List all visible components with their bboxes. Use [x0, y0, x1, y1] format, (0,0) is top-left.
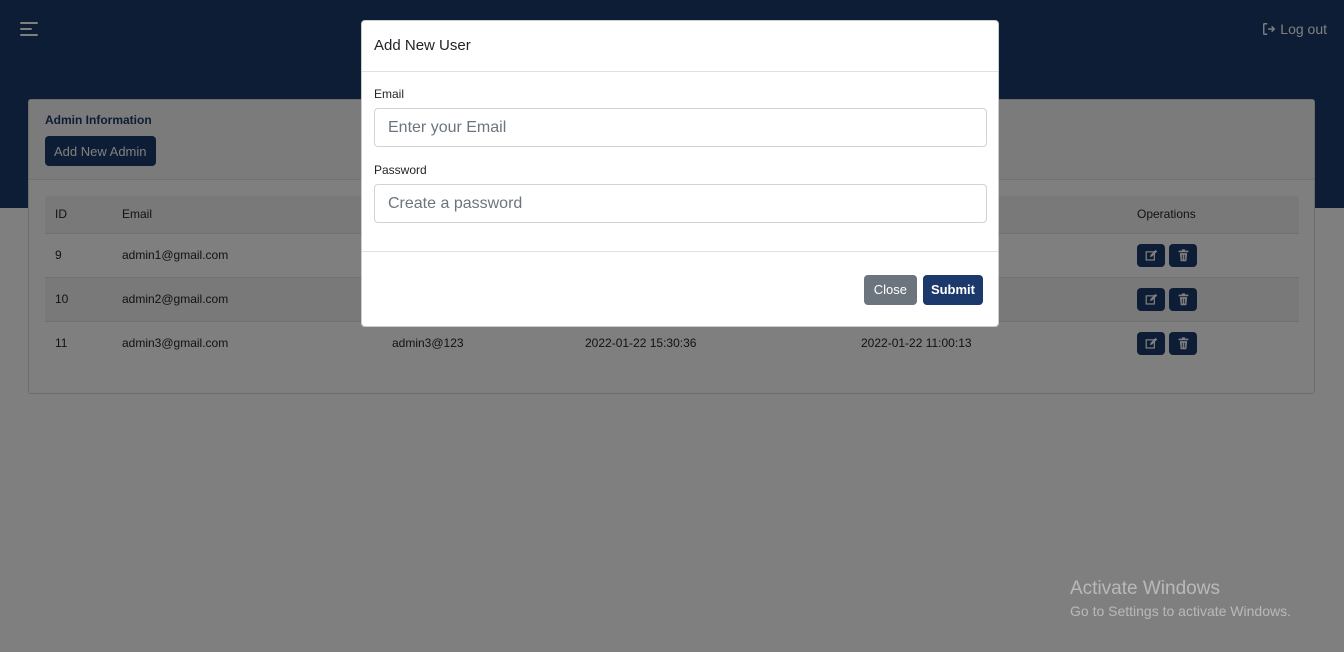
password-input[interactable] [374, 184, 987, 223]
password-field-group: Password [374, 163, 987, 223]
email-label: Email [374, 87, 405, 101]
modal-footer: Close Submit [362, 251, 998, 327]
add-user-modal: Add New User Email Password Close Submit [361, 20, 999, 327]
modal-title: Add New User [374, 37, 471, 54]
email-field-group: Email [374, 87, 987, 147]
modal-header: Add New User [362, 21, 998, 72]
watermark-title: Activate Windows [1070, 578, 1220, 599]
password-label: Password [374, 163, 427, 177]
submit-button[interactable]: Submit [922, 274, 983, 305]
windows-activation-watermark: Activate Windows Go to Settings to activ… [1070, 578, 1291, 619]
watermark-subtitle: Go to Settings to activate Windows. [1070, 603, 1291, 619]
modal-body: Email Password [362, 72, 998, 251]
close-button[interactable]: Close [863, 274, 917, 305]
email-input[interactable] [374, 108, 987, 147]
